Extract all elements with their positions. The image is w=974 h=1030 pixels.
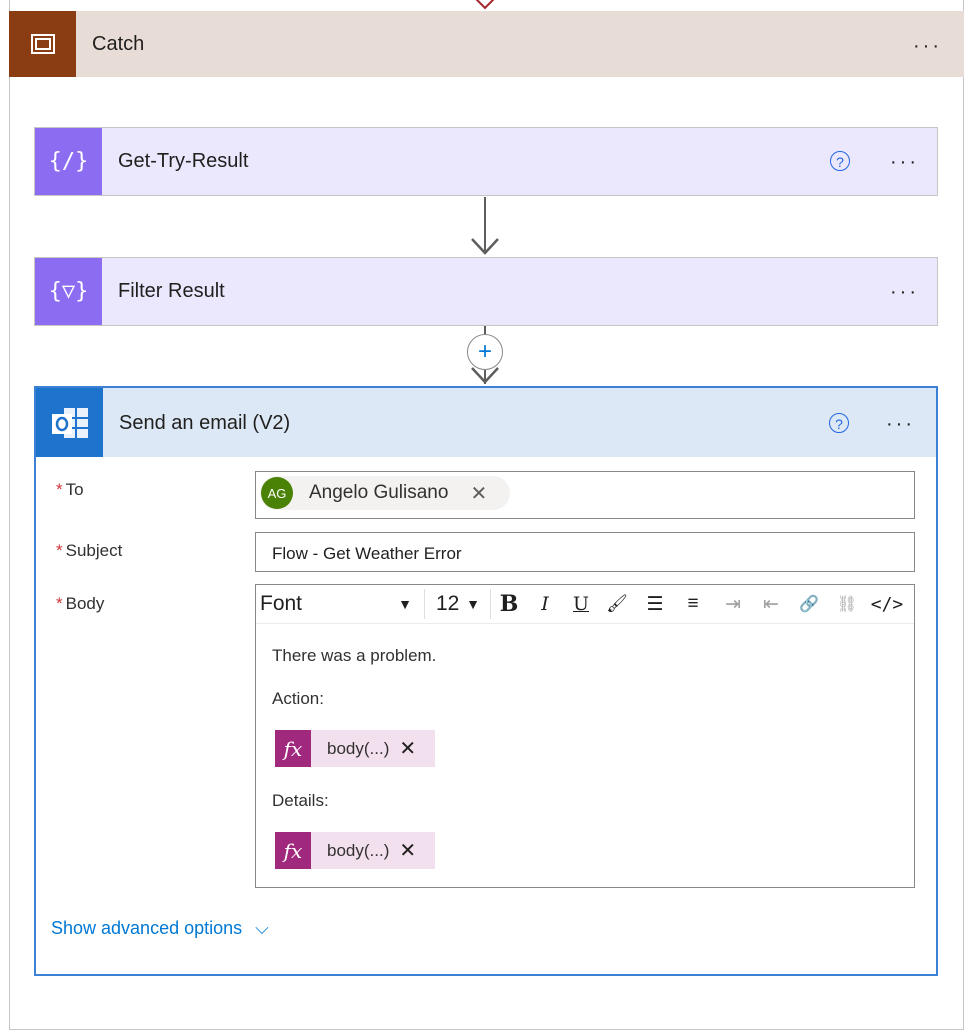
fx-icon: fx: [275, 730, 311, 767]
body-line: Details:: [272, 791, 329, 810]
body-editor[interactable]: Font ▼ 12 ▼ B I U 🖌 ☰ ≡ ⇥ ⇤ 🔗 ⛓ </> Ther…: [255, 584, 915, 888]
action-more-menu[interactable]: ···: [890, 152, 919, 172]
action-card-get-try-result[interactable]: {∕} Get-Try-Result ? ···: [34, 127, 938, 196]
expression-token[interactable]: fx body(...) ✕: [275, 730, 435, 767]
italic-button[interactable]: I: [528, 589, 562, 619]
code-view-button[interactable]: </>: [868, 589, 906, 619]
arrow-down-icon: [471, 367, 499, 384]
numbered-list-button[interactable]: ≡: [676, 589, 710, 619]
body-label: * Body: [56, 594, 105, 613]
action-more-menu[interactable]: ···: [890, 282, 919, 302]
expression-token[interactable]: fx body(...) ✕: [275, 832, 435, 869]
action-card-send-email: Send an email (V2) ? ··· * To AG Angelo G…: [34, 386, 938, 976]
compose-icon: {∕}: [35, 128, 102, 195]
show-advanced-options-link[interactable]: Show advanced options ⌵: [51, 918, 269, 939]
rich-text-toolbar: Font ▼ 12 ▼ B I U 🖌 ☰ ≡ ⇥ ⇤ 🔗 ⛓ </>: [256, 585, 914, 624]
bold-button[interactable]: B: [492, 589, 526, 619]
to-label: * To: [56, 480, 84, 499]
body-line: There was a problem.: [272, 646, 437, 665]
subject-label: * Subject: [56, 541, 123, 560]
action-title: Get-Try-Result: [118, 150, 249, 172]
remove-expression-icon[interactable]: ✕: [399, 838, 416, 863]
font-color-button[interactable]: 🖌: [600, 589, 634, 619]
email-more-menu[interactable]: ···: [886, 414, 915, 434]
catch-scope-header[interactable]: [9, 11, 964, 77]
expression-text: body(...): [327, 738, 390, 758]
font-dropdown[interactable]: Font ▼: [260, 589, 420, 619]
outlook-icon: [36, 388, 103, 457]
bullet-list-button[interactable]: ☰: [638, 589, 672, 619]
font-size-dropdown[interactable]: 12 ▼: [426, 589, 488, 619]
expression-text: body(...): [327, 840, 390, 860]
remove-recipient-icon[interactable]: ✕: [470, 481, 487, 506]
action-title: Filter Result: [118, 280, 225, 302]
chevron-down-icon: ▼: [398, 596, 412, 612]
action-card-filter-result[interactable]: {▽} Filter Result ···: [34, 257, 938, 326]
underline-button[interactable]: U: [564, 589, 598, 619]
body-line: Action:: [272, 689, 324, 708]
email-card-header[interactable]: Send an email (V2) ? ···: [36, 388, 936, 457]
recipient-token: AG Angelo Gulisano ✕: [260, 476, 510, 510]
scope-icon: [9, 11, 76, 77]
subject-field[interactable]: Flow - Get Weather Error: [255, 532, 915, 572]
subject-value: Flow - Get Weather Error: [272, 544, 462, 563]
outdent-button[interactable]: ⇤: [754, 589, 788, 619]
chevron-down-icon: ⌵: [255, 918, 269, 938]
avatar: AG: [261, 477, 293, 509]
remove-expression-icon[interactable]: ✕: [399, 736, 416, 761]
email-card-title: Send an email (V2): [119, 412, 291, 434]
chevron-down-icon: ▼: [466, 596, 480, 612]
arrow-down-icon: [471, 238, 499, 255]
indent-button[interactable]: ⇥: [716, 589, 750, 619]
fx-icon: fx: [275, 832, 311, 869]
to-field[interactable]: AG Angelo Gulisano ✕: [255, 471, 915, 519]
help-icon[interactable]: ?: [829, 413, 849, 433]
unlink-button[interactable]: ⛓: [830, 589, 864, 619]
catch-scope-title: Catch: [92, 33, 145, 55]
recipient-name: Angelo Gulisano: [309, 482, 449, 503]
catch-more-menu[interactable]: ···: [913, 36, 942, 56]
filter-icon: {▽}: [35, 258, 102, 325]
help-icon[interactable]: ?: [830, 151, 850, 171]
link-button[interactable]: 🔗: [792, 589, 826, 619]
